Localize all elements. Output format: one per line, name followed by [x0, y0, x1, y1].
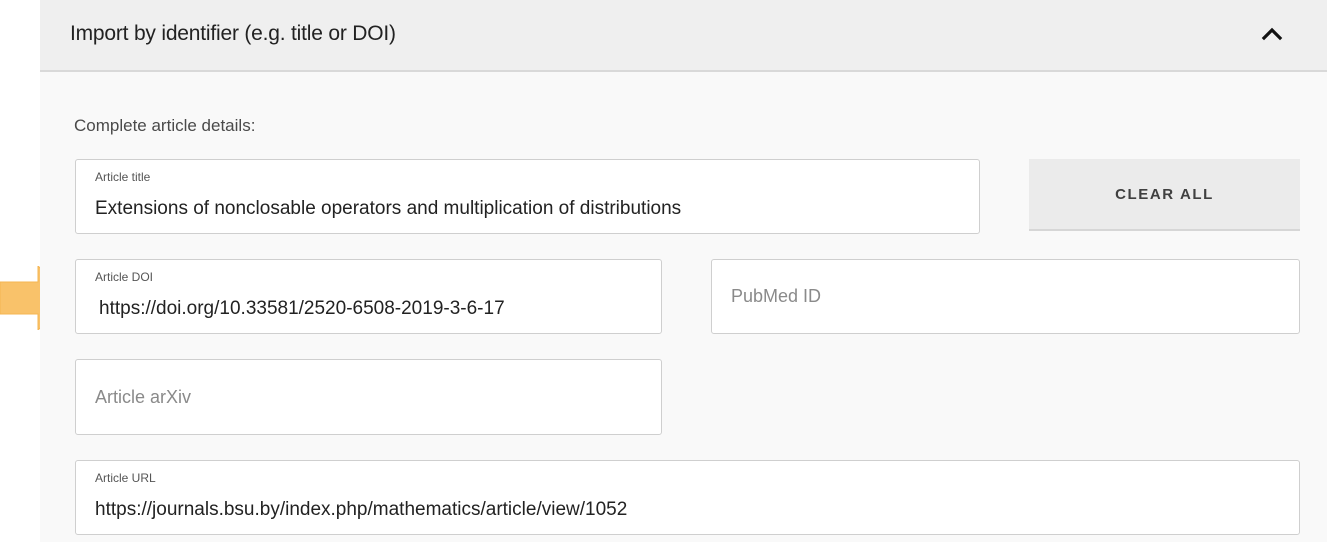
article-doi-field[interactable]: Article DOI https://doi.org/10.33581/252… — [75, 259, 662, 334]
page: Import by identifier (e.g. title or DOI)… — [0, 0, 1327, 542]
article-doi-label: Article DOI — [95, 270, 154, 284]
article-url-value: https://journals.bsu.by/index.php/mathem… — [95, 499, 628, 520]
article-arxiv-placeholder: Article arXiv — [95, 386, 192, 407]
article-title-value: Extensions of nonclosable operators and … — [95, 198, 682, 219]
collapse-button[interactable] — [1250, 14, 1294, 54]
article-url-label: Article URL — [95, 471, 156, 485]
pubmed-id-field[interactable]: PubMed ID — [711, 259, 1300, 334]
import-panel: Import by identifier (e.g. title or DOI)… — [40, 0, 1327, 542]
clear-all-button[interactable]: CLEAR ALL — [1029, 159, 1300, 231]
article-title-label: Article title — [95, 170, 151, 184]
panel-header[interactable]: Import by identifier (e.g. title or DOI) — [40, 0, 1327, 72]
article-doi-value: https://doi.org/10.33581/2520-6508-2019-… — [99, 298, 505, 319]
chevron-up-icon — [1261, 27, 1283, 41]
article-title-field[interactable]: Article title Extensions of nonclosable … — [75, 159, 980, 234]
pubmed-id-placeholder: PubMed ID — [731, 286, 822, 306]
panel-title: Import by identifier (e.g. title or DOI) — [70, 22, 396, 45]
instructions-text: Complete article details: — [74, 116, 256, 135]
article-arxiv-field[interactable]: Article arXiv — [75, 359, 662, 435]
article-url-field[interactable]: Article URL https://journals.bsu.by/inde… — [75, 460, 1300, 535]
